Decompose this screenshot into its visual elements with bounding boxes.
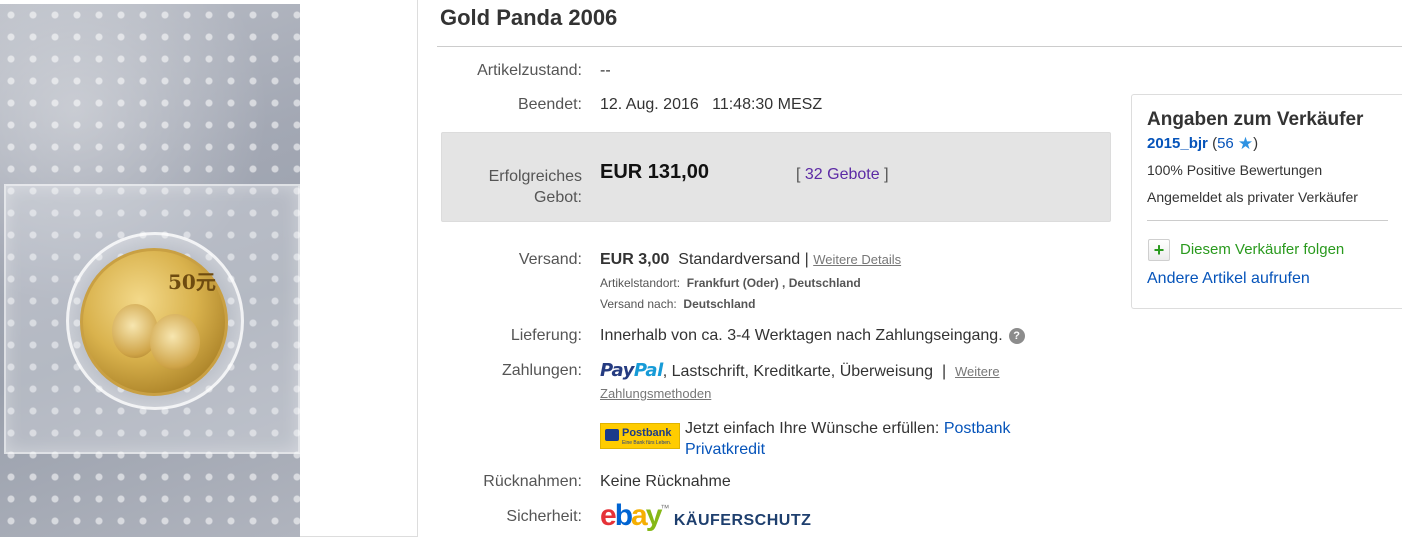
seller-heading: Angaben zum Verkäufer (1147, 109, 1364, 130)
postbank-logo-slogan: Eine Bank fürs Leben. (622, 440, 672, 446)
item-location-value: Frankfurt (Oder) , Deutschland (686, 276, 861, 290)
postbank-mark-icon (605, 429, 619, 441)
payment-methods: , Lastschrift, Kreditkarte, Überweisung (662, 363, 934, 380)
security-label: Sicherheit: (506, 508, 582, 525)
condition-label: Artikelzustand: (477, 62, 582, 79)
buyer-protection-label: KÄUFERSCHUTZ (673, 512, 812, 529)
bid-count: [ 32 Gebote ] (796, 166, 889, 184)
postbank-link-line1[interactable]: Postbank (944, 420, 1011, 437)
ebay-logo-y: y (645, 499, 663, 532)
postbank-promo-text: Jetzt einfach Ihre Wünsche erfüllen: (685, 420, 940, 437)
seller-id-line: 2015_bjr (56 ★) (1147, 134, 1258, 154)
seller-type: Angemeldet als privater Verkäufer (1147, 189, 1358, 205)
more-payment-methods-link[interactable]: Zahlungsmethoden (600, 385, 711, 403)
ships-to-label: Versand nach: (600, 297, 677, 311)
payments-separator: | (941, 363, 947, 380)
product-image[interactable]: 50元 (0, 4, 300, 537)
panda-figure (150, 314, 200, 370)
shipping-value: EUR 3,00 Standardversand | Weitere Detai… (600, 251, 901, 269)
shipping-details-link[interactable]: Weitere Details (813, 252, 901, 267)
more-payment-methods-link-line1[interactable]: Weitere (955, 364, 1000, 379)
follow-seller-link[interactable]: Diesem Verkäufer folgen (1180, 241, 1344, 258)
seller-divider (1147, 220, 1388, 221)
delivery-value: Innerhalb von ca. 3-4 Werktagen nach Zah… (600, 327, 1025, 345)
ships-to: Versand nach: Deutschland (600, 297, 755, 311)
ebay-logo-b: b (614, 499, 633, 532)
ended-date: 12. Aug. 2016 (600, 96, 699, 113)
shipping-label: Versand: (518, 251, 582, 268)
delivery-text: Innerhalb von ca. 3-4 Werktagen nach Zah… (600, 327, 1003, 344)
payments-label: Zahlungen: (501, 362, 582, 379)
shipping-separator: | (804, 251, 809, 268)
ebay-trademark: ™ (660, 503, 670, 513)
winning-bid-label: Erfolgreiches Gebot: (432, 166, 582, 208)
shipping-method: Standardversand (678, 251, 801, 268)
seller-positive-feedback: 100% Positive Bewertungen (1147, 162, 1323, 178)
condition-value: -- (600, 62, 611, 79)
ebay-logo: ebay (600, 499, 663, 532)
paypal-logo-part1: Pay (600, 360, 634, 381)
bid-count-open: [ (796, 166, 801, 183)
winning-bid-label-line1: Erfolgreiches (488, 168, 582, 185)
payments-value: PayPal, Lastschrift, Kreditkarte, Überwe… (600, 360, 1000, 381)
seller-feedback-score-link[interactable]: 56 (1217, 135, 1234, 152)
postbank-logo[interactable]: Postbank Eine Bank fürs Leben. (600, 423, 680, 449)
ebay-logo-a: a (631, 499, 648, 532)
ebay-logo-e: e (600, 499, 617, 532)
paypal-logo: PayPal (600, 360, 663, 381)
postbank-logo-text: Postbank (622, 427, 672, 439)
star-icon: ★ (1237, 134, 1254, 153)
paypal-logo-part2: Pal (633, 360, 663, 381)
seller-name-link[interactable]: 2015_bjr (1147, 135, 1208, 152)
postbank-promo: Jetzt einfach Ihre Wünsche erfüllen: Pos… (685, 418, 1011, 460)
winning-bid-label-line2: Gebot: (533, 189, 582, 206)
ended-label: Beendet: (517, 96, 582, 113)
ended-time: 11:48:30 MESZ (712, 96, 823, 113)
ships-to-value: Deutschland (683, 297, 756, 311)
other-items-link[interactable]: Andere Artikel aufrufen (1147, 270, 1310, 288)
bid-history-link[interactable]: 32 Gebote (805, 166, 880, 183)
coin-value-label: 50元 (168, 270, 216, 294)
postbank-link-line2[interactable]: Privatkredit (685, 441, 765, 458)
seller-score-close: ) (1253, 135, 1259, 152)
bid-count-close: ] (884, 166, 889, 183)
title-divider (437, 46, 1402, 47)
shipping-price: EUR 3,00 (600, 251, 670, 268)
returns-value: Keine Rücknahme (600, 473, 731, 490)
item-title: Gold Panda 2006 (440, 5, 618, 30)
returns-label: Rücknahmen: (483, 473, 582, 490)
winning-bid-price: EUR 131,00 (600, 161, 709, 183)
ebay-buyer-protection[interactable]: ebay™ KÄUFERSCHUTZ (600, 499, 811, 533)
delivery-label: Lieferung: (510, 327, 582, 344)
more-payment-methods-link-line2[interactable]: Zahlungsmethoden (600, 386, 711, 401)
ended-value: 12. Aug. 2016 11:48:30 MESZ (600, 96, 822, 114)
item-location: Artikelstandort: Frankfurt (Oder) , Deut… (600, 276, 861, 290)
plus-icon[interactable]: + (1148, 239, 1170, 261)
item-location-label: Artikelstandort: (600, 276, 681, 290)
help-icon[interactable]: ? (1008, 328, 1025, 344)
